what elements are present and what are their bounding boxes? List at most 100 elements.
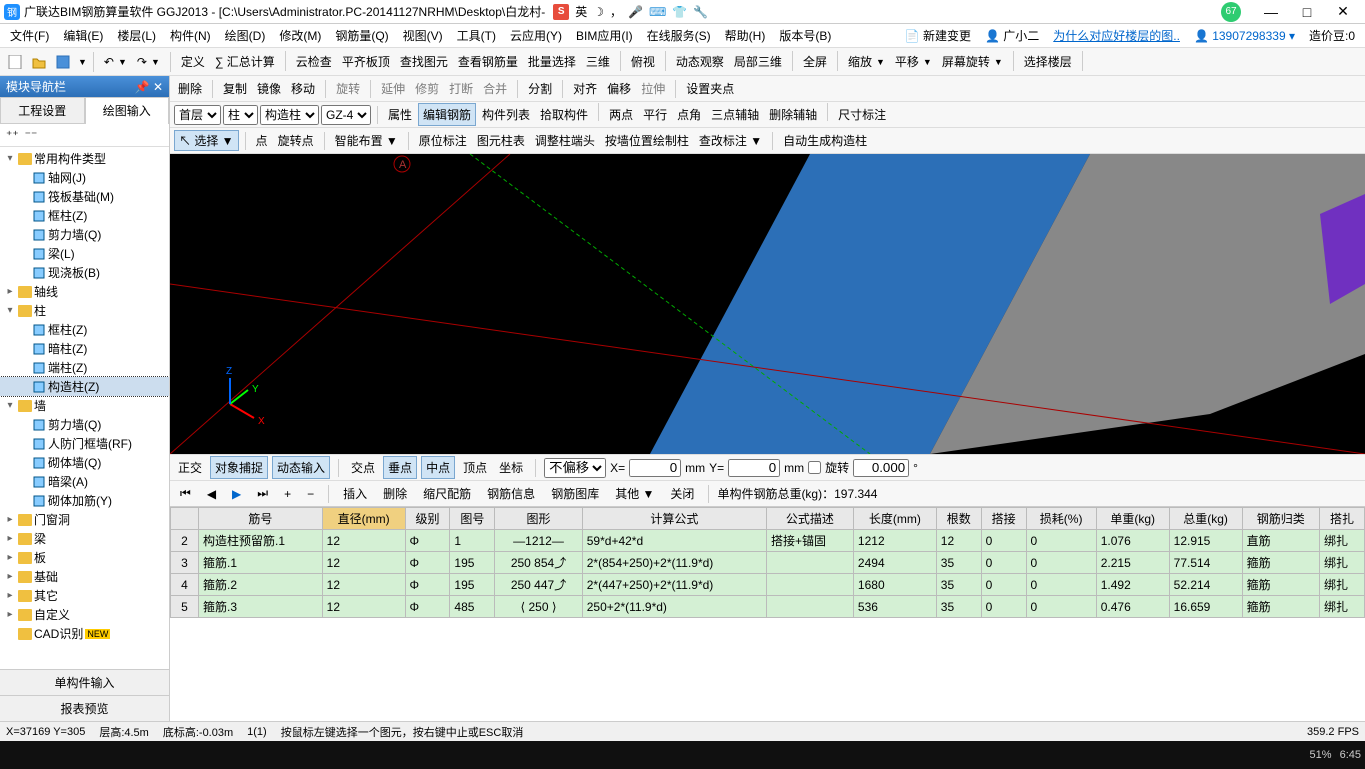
edit-偏移[interactable]: 偏移 [603, 78, 635, 99]
toolbar-查找图元[interactable]: 查找图元 [396, 51, 452, 72]
col-直径(mm)[interactable]: 直径(mm) [322, 508, 405, 530]
nav-钢筋图库[interactable]: 钢筋图库 [545, 483, 605, 504]
tree-自定义[interactable]: ▸ 自定义 [0, 605, 169, 624]
nav-删除[interactable]: 删除 [377, 483, 413, 504]
snap-顶点[interactable]: 顶点 [459, 457, 491, 478]
menu-item-4[interactable]: 绘图(D) [219, 25, 272, 46]
open-button[interactable] [28, 53, 50, 71]
tray-time[interactable]: 6:45 [1340, 749, 1361, 761]
table-row[interactable]: 2构造柱预留筋.112Φ1—1212—59*d+42*d搭接+锚固1212120… [171, 530, 1365, 552]
3d-viewport[interactable]: A X Y Z [170, 154, 1365, 454]
col-级别[interactable]: 级别 [405, 508, 450, 530]
snap-交点[interactable]: 交点 [347, 457, 379, 478]
toolbar-三维[interactable]: 三维 [582, 51, 614, 72]
menu-new_change[interactable]: 📄 新建变更 [899, 25, 977, 46]
col-图形[interactable]: 图形 [495, 508, 582, 530]
toolbar-选择楼层[interactable]: 选择楼层 [1020, 51, 1076, 72]
table-row[interactable]: 3箍筋.112Φ195250 854⤴2*(854+250)+2*(11.9*d… [171, 552, 1365, 574]
tree-基础[interactable]: ▸ 基础 [0, 567, 169, 586]
nav-next[interactable]: ▶ [226, 485, 247, 503]
col-钢筋归类[interactable]: 钢筋归类 [1242, 508, 1319, 530]
toolbar-缩放[interactable]: 缩放▼ [844, 51, 889, 72]
draw-旋转点[interactable]: 旋转点 [274, 130, 318, 151]
toolbar-平齐板顶[interactable]: 平齐板顶 [338, 51, 394, 72]
col-搭扎[interactable]: 搭扎 [1320, 508, 1365, 530]
person-icon[interactable]: 👕 [672, 5, 687, 19]
account-menu[interactable]: 👤 13907298339 ▾ [1188, 27, 1301, 45]
tray-battery[interactable]: 51% [1310, 749, 1332, 761]
nav-缩尺配筋[interactable]: 缩尺配筋 [417, 483, 477, 504]
edit-设置夹点[interactable]: 设置夹点 [682, 78, 738, 99]
nav-remove[interactable]: − [301, 485, 320, 503]
tree-墙[interactable]: ▾ 墙 [0, 396, 169, 415]
sogou-icon[interactable]: S [553, 4, 569, 20]
menu-item-8[interactable]: 工具(T) [451, 25, 502, 46]
nav-关闭[interactable]: 关闭 [664, 483, 700, 504]
pin-icon[interactable]: 📌 [135, 80, 150, 94]
edit-分割[interactable]: 分割 [524, 78, 556, 99]
edit-打断[interactable]: 打断 [445, 78, 477, 99]
table-row[interactable]: 4箍筋.212Φ195250 447⤴2*(447+250)+2*(11.9*d… [171, 574, 1365, 596]
keyboard-icon[interactable]: ⌨ [649, 5, 666, 19]
snap-动态输入[interactable]: 动态输入 [272, 456, 330, 479]
prop-拾取构件[interactable]: 拾取构件 [536, 103, 592, 126]
tree-框柱(Z)[interactable]: 框柱(Z) [0, 206, 169, 225]
toolbar-平移[interactable]: 平移▼ [891, 51, 936, 72]
menu-user[interactable]: 👤 广小二 [979, 25, 1045, 46]
menu-item-6[interactable]: 钢筋量(Q) [329, 25, 394, 46]
tree-轴线[interactable]: ▸ 轴线 [0, 282, 169, 301]
badge-67[interactable]: 67 [1221, 2, 1241, 22]
expand-all-icon[interactable]: ⁺⁺ [6, 128, 19, 142]
toolbar-∑ 汇总计算[interactable]: ∑ 汇总计算 [211, 51, 279, 72]
collapse-all-icon[interactable]: ⁻⁻ [25, 128, 38, 142]
tree-其它[interactable]: ▸ 其它 [0, 586, 169, 605]
col-图号[interactable]: 图号 [450, 508, 495, 530]
edit-拉伸[interactable]: 拉伸 [637, 78, 669, 99]
x-input[interactable] [629, 459, 681, 477]
snap-正交[interactable]: 正交 [174, 457, 206, 478]
edit-旋转[interactable]: 旋转 [332, 78, 364, 99]
menu-item-2[interactable]: 楼层(L) [111, 25, 162, 46]
edit-修剪[interactable]: 修剪 [411, 78, 443, 99]
member-select[interactable]: GZ-4 [321, 105, 371, 125]
new-button[interactable] [4, 53, 26, 71]
offset-select[interactable]: 不偏移 [544, 458, 606, 478]
toolbar-查看钢筋量[interactable]: 查看钢筋量 [454, 51, 522, 72]
y-input[interactable] [728, 459, 780, 477]
prop-平行[interactable]: 平行 [639, 103, 671, 126]
wrench-icon[interactable]: 🔧 [693, 5, 708, 19]
minimize-button[interactable]: — [1253, 2, 1289, 22]
prop-两点[interactable]: 两点 [605, 103, 637, 126]
draw-点[interactable]: 点 [252, 130, 272, 151]
type-select[interactable]: 柱 [223, 105, 258, 125]
col-搭接[interactable]: 搭接 [981, 508, 1026, 530]
menu-item-12[interactable]: 帮助(H) [719, 25, 772, 46]
snap-中点[interactable]: 中点 [421, 456, 455, 479]
menu-item-3[interactable]: 构件(N) [164, 25, 217, 46]
menu-item-7[interactable]: 视图(V) [397, 25, 449, 46]
help-link[interactable]: 为什么对应好楼层的图.. [1047, 25, 1186, 46]
tree-轴网(J)[interactable]: 轴网(J) [0, 168, 169, 187]
prop-属性[interactable]: 属性 [384, 103, 416, 126]
col-单重(kg)[interactable]: 单重(kg) [1096, 508, 1169, 530]
nav-其他[interactable]: 其他 ▼ [609, 483, 660, 504]
draw-调整柱端头[interactable]: 调整柱端头 [531, 130, 599, 151]
prop-点角[interactable]: 点角 [673, 103, 705, 126]
tree-端柱(Z)[interactable]: 端柱(Z) [0, 358, 169, 377]
draw-选择[interactable]: ↖ 选择 ▼ [174, 130, 239, 151]
ime-lang[interactable]: 英 [575, 3, 587, 20]
mic-icon[interactable]: 🎤 [628, 5, 643, 19]
close-button[interactable]: ✕ [1325, 2, 1361, 22]
nav-prev[interactable]: ◀ [201, 485, 222, 503]
save-button[interactable] [52, 53, 74, 71]
tree-筏板基础(M)[interactable]: 筏板基础(M) [0, 187, 169, 206]
prop-三点辅轴[interactable]: 三点辅轴 [707, 103, 763, 126]
col-损耗(%)[interactable]: 损耗(%) [1026, 508, 1096, 530]
windows-taskbar[interactable]: 51% 6:45 [0, 741, 1365, 769]
toolbar-局部三维[interactable]: 局部三维 [730, 51, 786, 72]
tree-门窗洞[interactable]: ▸ 门窗洞 [0, 510, 169, 529]
tree-梁[interactable]: ▸ 梁 [0, 529, 169, 548]
draw-自动生成构造柱[interactable]: 自动生成构造柱 [779, 130, 871, 151]
menu-item-5[interactable]: 修改(M) [273, 25, 327, 46]
menu-item-1[interactable]: 编辑(E) [57, 25, 109, 46]
